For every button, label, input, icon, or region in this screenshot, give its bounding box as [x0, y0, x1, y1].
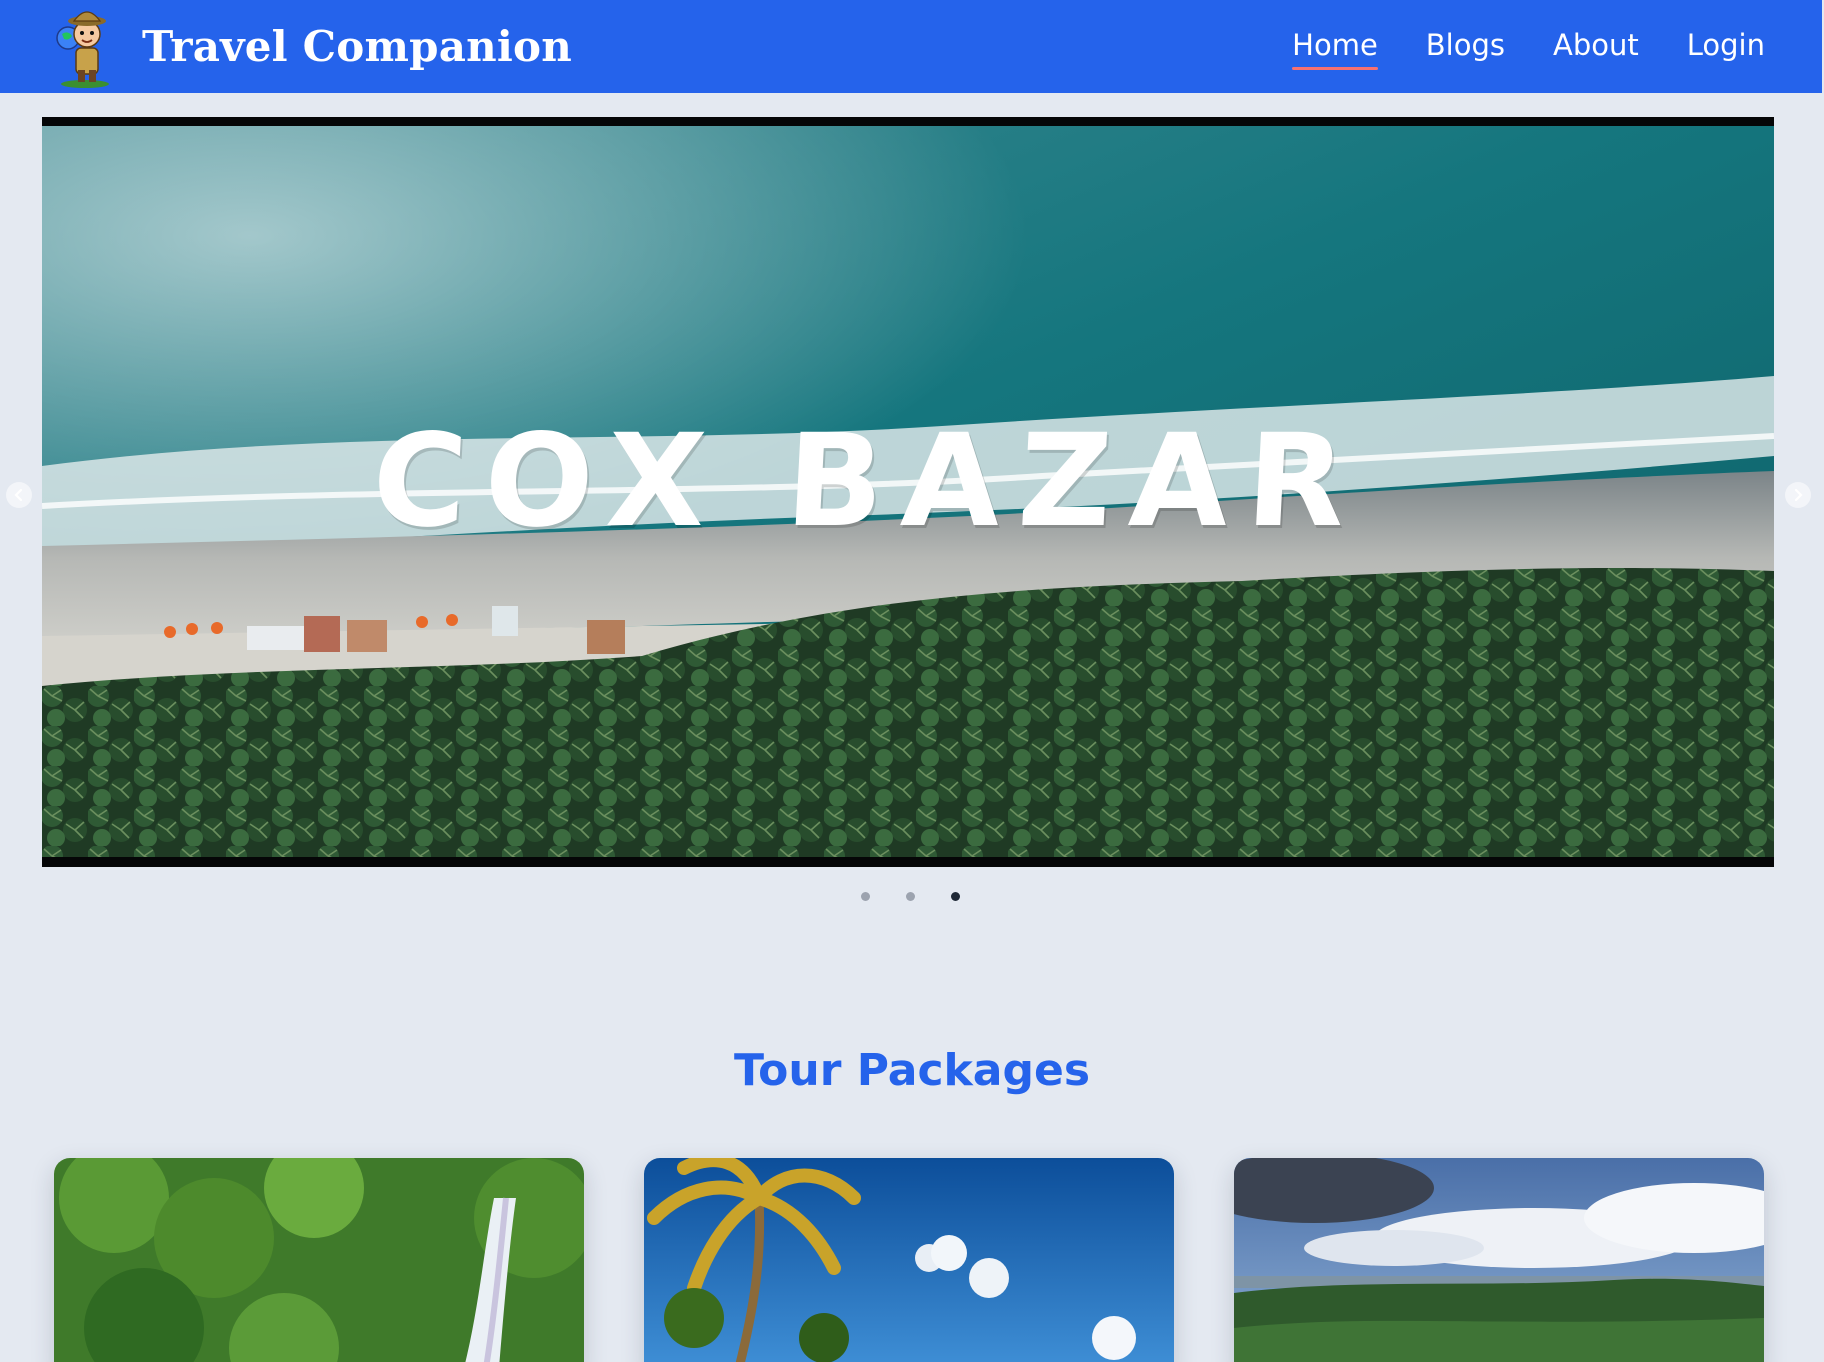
- package-card-2[interactable]: [644, 1158, 1174, 1362]
- carousel-prev-button[interactable]: [6, 482, 32, 508]
- hero-carousel: COX BAZAR: [42, 117, 1774, 867]
- package-card-3[interactable]: [1234, 1158, 1764, 1362]
- carousel-dot-2[interactable]: [905, 892, 915, 901]
- section-title-tour-packages: Tour Packages: [733, 1045, 1091, 1096]
- chevron-right-icon: [1794, 488, 1803, 502]
- brand-title: Travel Companion: [142, 21, 572, 71]
- nav-links: Home Blogs About Login: [1292, 0, 1765, 93]
- explorer-mascot-icon: [56, 11, 109, 88]
- carousel-dots: [0, 892, 1822, 901]
- nav-link-home[interactable]: Home: [1292, 28, 1378, 70]
- brand[interactable]: Travel Companion: [50, 4, 572, 88]
- top-navbar: Travel Companion Home Blogs About Login: [0, 0, 1822, 93]
- package-image-waterfall: [54, 1158, 584, 1362]
- carousel-next-button[interactable]: [1785, 482, 1811, 508]
- carousel-dot-3[interactable]: [950, 892, 960, 901]
- package-image-palm-tree: [644, 1158, 1174, 1362]
- nav-link-about[interactable]: About: [1553, 28, 1639, 66]
- nav-link-blogs[interactable]: Blogs: [1426, 28, 1505, 66]
- nav-link-login[interactable]: Login: [1687, 28, 1765, 66]
- package-image-hills: [1234, 1158, 1764, 1362]
- chevron-left-icon: [14, 488, 23, 502]
- carousel-dot-1[interactable]: [860, 892, 870, 901]
- slide-caption: COX BAZAR: [368, 407, 1368, 556]
- package-card-1[interactable]: [54, 1158, 584, 1362]
